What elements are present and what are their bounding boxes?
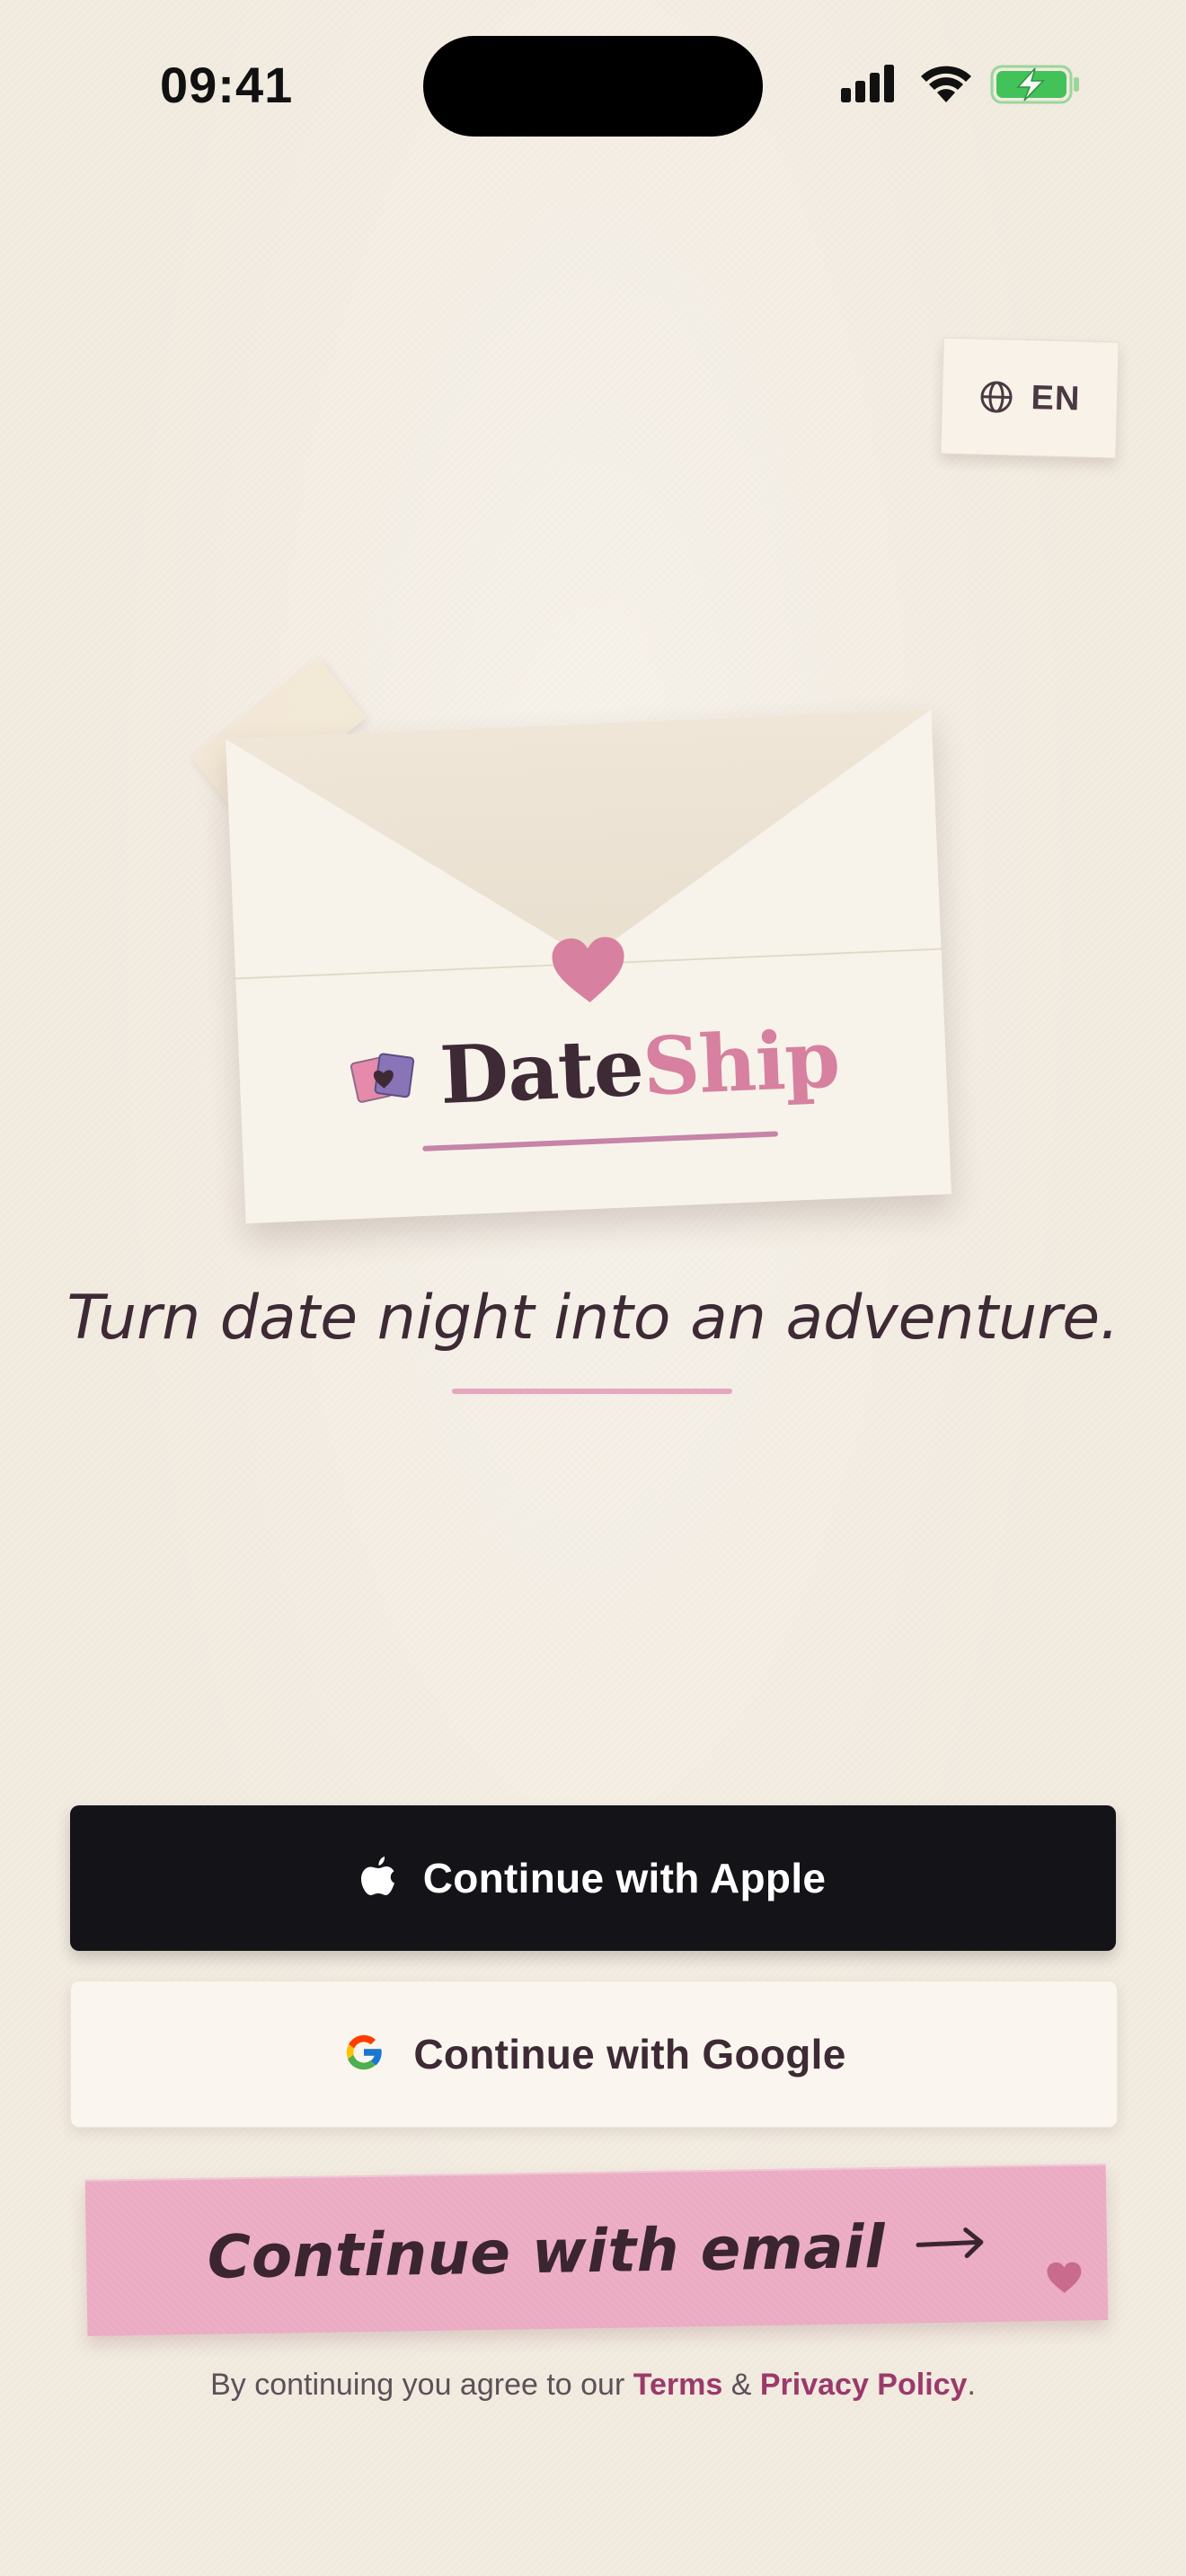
apple-button-label: Continue with Apple: [422, 1855, 827, 1901]
continue-with-google-button[interactable]: Continue with Google: [70, 1981, 1118, 2128]
logo-underline: [422, 1131, 779, 1151]
email-button-label: Continue with email: [207, 2211, 886, 2292]
small-heart-icon: [1046, 2262, 1083, 2295]
tagline-underline: [452, 1389, 732, 1394]
envelope-body: DateShip: [226, 709, 951, 1224]
legal-prefix: By continuing you agree to our: [210, 2368, 625, 2402]
google-icon: [341, 2030, 386, 2079]
privacy-policy-link[interactable]: Privacy Policy: [760, 2368, 968, 2402]
status-icons: [836, 61, 1087, 106]
legal-connector: &: [730, 2368, 752, 2402]
terms-link[interactable]: Terms: [633, 2368, 723, 2402]
google-button-label: Continue with Google: [413, 2031, 846, 2078]
cards-heart-icon: [345, 1047, 420, 1108]
continue-with-email-button[interactable]: Continue with email: [84, 2164, 1109, 2336]
legal-notice: By continuing you agree to our Terms & P…: [0, 2368, 1186, 2403]
language-label: EN: [1031, 378, 1081, 418]
battery-charging-icon: [990, 65, 1079, 104]
logo-envelope: DateShip: [226, 709, 951, 1224]
globe-icon: [978, 380, 1013, 415]
wifi-icon: [921, 66, 971, 102]
arrow-right-icon: [916, 2225, 987, 2266]
status-bar: 09:41: [0, 0, 1186, 180]
status-time: 09:41: [160, 57, 294, 113]
logo-text-ship: Ship: [641, 1011, 841, 1114]
heart-icon: [550, 934, 628, 1005]
dynamic-island: [423, 36, 763, 137]
app-logo: DateShip: [238, 1011, 947, 1123]
legal-suffix: .: [967, 2368, 976, 2402]
logo-text-date: Date: [438, 1019, 645, 1122]
apple-icon: [360, 1855, 396, 1902]
continue-with-apple-button[interactable]: Continue with Apple: [70, 1805, 1116, 1951]
cellular-signal-icon: [841, 65, 894, 102]
language-button[interactable]: EN: [940, 337, 1120, 459]
tagline: Turn date night into an adventure.: [66, 1283, 1120, 1354]
